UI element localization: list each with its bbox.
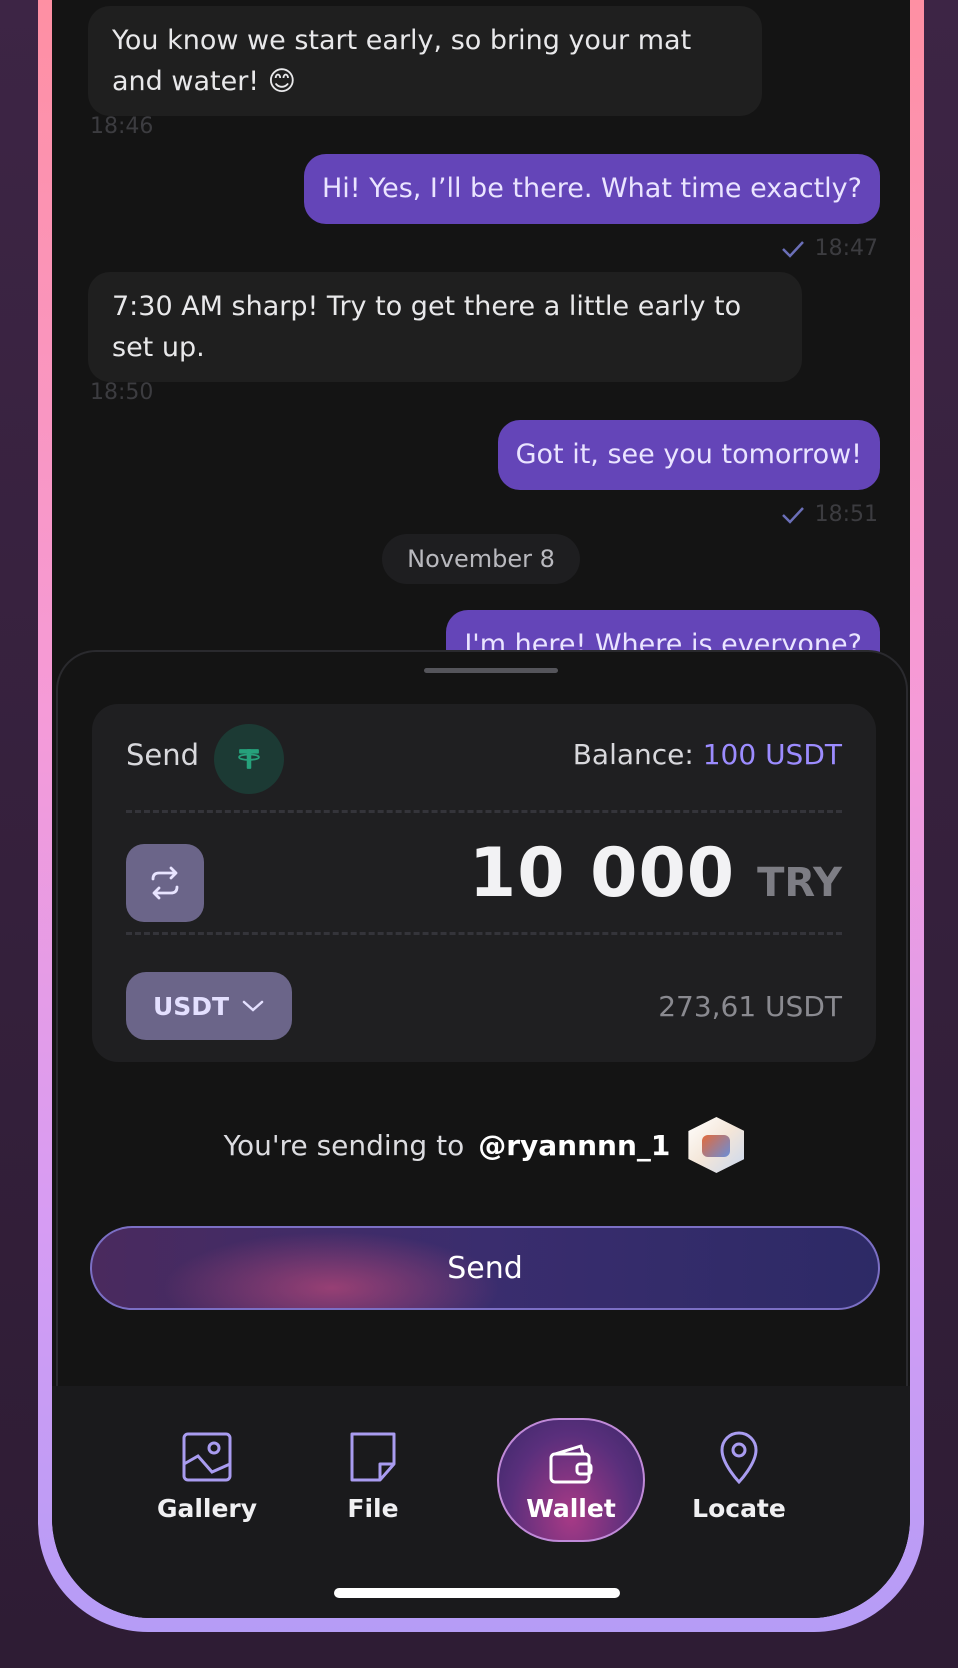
message-timestamp: 18:51 xyxy=(814,502,878,527)
home-indicator[interactable] xyxy=(334,1588,620,1598)
divider xyxy=(126,932,842,935)
converted-amount: 273,61 USDT xyxy=(658,990,842,1023)
message-text: set up. xyxy=(112,332,205,363)
location-pin-icon xyxy=(720,1431,758,1485)
phone-screen: You know we start early, so bring your m… xyxy=(52,0,910,1618)
tab-locate[interactable]: Locate xyxy=(674,1428,804,1523)
currency-selected: USDT xyxy=(152,991,230,1021)
send-button[interactable]: Send xyxy=(90,1226,880,1310)
sheet-drag-handle[interactable] xyxy=(424,668,558,673)
swap-icon xyxy=(151,866,179,900)
message-outgoing[interactable]: Got it, see you tomorrow! xyxy=(497,420,880,490)
recipient-line: You're sending to @ryannnn_1 xyxy=(58,1110,910,1180)
tab-gallery[interactable]: Gallery xyxy=(142,1428,272,1523)
chat-history[interactable]: You know we start early, so bring your m… xyxy=(52,0,910,695)
balance-display: Balance: 100 USDT xyxy=(573,738,842,771)
balance-label: Balance: xyxy=(572,738,694,771)
tab-label: Locate xyxy=(692,1494,786,1523)
tab-wallet[interactable]: Wallet xyxy=(497,1418,645,1542)
sent-check-icon xyxy=(781,240,804,258)
send-label: Send xyxy=(126,738,200,772)
tab-label: File xyxy=(347,1494,399,1523)
message-outgoing[interactable]: Hi! Yes, I’ll be there. What time exactl… xyxy=(303,154,880,224)
sent-check-icon xyxy=(781,506,804,524)
message-timestamp: 18:50 xyxy=(90,380,154,405)
send-amount-card: Send Balance: 100 USDT 10 000 TRY USDT 2… xyxy=(92,704,876,1062)
tab-label: Gallery xyxy=(156,1494,258,1523)
balance-value: 100 USDT xyxy=(702,738,842,771)
wallet-icon xyxy=(549,1444,593,1483)
tab-label: Wallet xyxy=(526,1493,616,1523)
gallery-icon xyxy=(182,1432,232,1482)
recipient-prefix: You're sending to xyxy=(223,1128,465,1162)
attachment-tab-bar: Gallery File Wallet Locate xyxy=(52,1386,910,1618)
recipient-handle[interactable]: @ryannnn_1 xyxy=(478,1129,670,1162)
tab-file[interactable]: File xyxy=(308,1428,438,1523)
swap-currency-button[interactable] xyxy=(126,844,204,922)
message-incoming[interactable]: You know we start early, so bring your m… xyxy=(88,6,762,116)
message-text: and water! 😊 xyxy=(112,66,296,97)
message-incoming[interactable]: 7:30 AM sharp! Try to get there a little… xyxy=(88,272,802,382)
file-icon xyxy=(350,1432,396,1482)
message-timestamp: 18:47 xyxy=(814,236,878,261)
date-separator: November 8 xyxy=(382,534,580,584)
divider xyxy=(126,810,842,813)
chevron-down-icon xyxy=(242,1000,264,1012)
message-timestamp: 18:46 xyxy=(90,114,154,139)
message-text: You know we start early, so bring your m… xyxy=(112,25,692,56)
tether-icon xyxy=(214,724,284,794)
amount-display[interactable]: 10 000 TRY xyxy=(469,834,842,913)
message-status: 18:51 xyxy=(781,502,878,527)
message-status: 18:47 xyxy=(781,236,878,261)
amount-value: 10 000 xyxy=(468,834,736,913)
message-text: 7:30 AM sharp! Try to get there a little… xyxy=(112,291,742,322)
recipient-avatar xyxy=(688,1117,745,1173)
currency-dropdown[interactable]: USDT xyxy=(126,972,292,1040)
amount-currency: TRY xyxy=(757,860,842,906)
